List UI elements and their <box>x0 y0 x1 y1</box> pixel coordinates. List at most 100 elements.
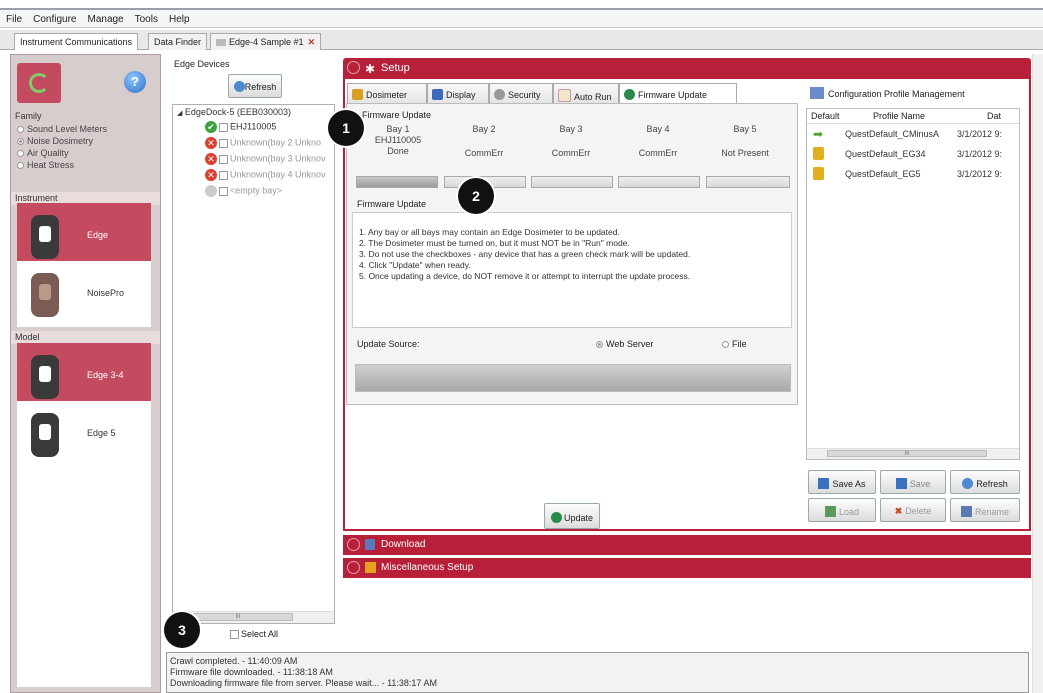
tab-label: Security <box>508 90 541 100</box>
instrument-card-edge[interactable]: Edge <box>17 203 151 269</box>
setup-header[interactable]: ✱ Setup <box>343 58 1031 79</box>
instruction-line: 1. Any bay or all bays may contain an Ed… <box>359 227 620 237</box>
option-label: Sound Level Meters <box>27 124 108 134</box>
bay-status: CommErr <box>464 148 504 158</box>
bay-checkbox[interactable] <box>219 138 228 148</box>
scroll-thumb[interactable]: III <box>827 450 987 457</box>
log-line: Downloading firmware file from server. P… <box>170 678 437 688</box>
close-icon[interactable]: ✕ <box>308 37 316 47</box>
tab-instrument-communications[interactable]: Instrument Communications <box>14 33 139 50</box>
empty-bay-icon <box>205 185 217 197</box>
section-title: Miscellaneous Setup <box>381 562 474 573</box>
setup-title: Setup <box>381 62 410 74</box>
bay-node[interactable]: ✕ Unknown(bay 2 Unkno <box>205 137 321 150</box>
column-date[interactable]: Dat <box>987 111 1001 121</box>
card-label: Edge 3-4 <box>87 370 124 380</box>
scroll-thumb[interactable]: III <box>183 613 293 621</box>
bay-checkbox[interactable] <box>219 186 228 196</box>
tab-label: Edge-4 Sample #1 <box>229 37 304 47</box>
radio-icon <box>722 341 729 348</box>
vertical-scrollbar[interactable] <box>1032 54 1043 693</box>
bay-label: Unknown(bay 4 Unknov <box>230 169 326 180</box>
load-button[interactable]: Load <box>808 498 876 522</box>
edge-device-icon <box>31 215 59 259</box>
tab-display[interactable]: Display <box>427 83 489 104</box>
family-option-heat-stress[interactable]: Heat Stress <box>17 160 74 170</box>
family-option-sound-level-meters[interactable]: Sound Level Meters <box>17 124 107 134</box>
tab-edge-4-sample[interactable]: Edge-4 Sample #1 ✕ <box>210 33 322 50</box>
tab-label: Display <box>446 90 476 100</box>
source-web-server[interactable]: Web Server <box>596 339 653 349</box>
devices-refresh-button[interactable]: Refresh <box>228 74 282 98</box>
family-option-noise-dosimetry[interactable]: Noise Dosimetry <box>17 136 93 146</box>
card-label: Edge <box>87 230 109 240</box>
bay-label: Unknown(bay 3 Unknov <box>230 153 326 164</box>
collapse-icon[interactable] <box>347 61 360 74</box>
globe-icon <box>624 89 635 100</box>
gear-icon: ✱ <box>365 62 376 76</box>
help-icon[interactable]: ? <box>124 71 146 93</box>
expand-icon[interactable] <box>347 538 360 551</box>
tab-label: Data Finder <box>154 37 202 47</box>
expand-icon[interactable] <box>347 561 360 574</box>
save-as-icon <box>818 478 830 489</box>
bay-2-column: Bay 2 CommErr <box>444 124 524 158</box>
edge-devices-title: Edge Devices <box>174 59 230 69</box>
bay-1-progress-bar <box>356 176 438 188</box>
bay-node[interactable]: <empty bay> <box>205 185 282 198</box>
bay-checkbox[interactable] <box>219 170 228 180</box>
tab-firmware-update[interactable]: Firmware Update <box>619 83 737 105</box>
card-label: Edge 5 <box>87 428 116 438</box>
bay-node[interactable]: ✔ EHJ110005 <box>205 121 276 134</box>
delete-button[interactable]: ✖ Delete <box>880 498 946 522</box>
refresh-icon <box>962 478 974 489</box>
app-logo-icon <box>17 63 61 103</box>
instruction-line: 4. Click "Update" when ready. <box>359 260 471 270</box>
save-as-button[interactable]: Save As <box>808 470 876 494</box>
bay-5-progress-bar <box>706 176 790 188</box>
refresh-icon <box>233 81 245 92</box>
tab-auto-run[interactable]: Auto Run <box>553 83 619 104</box>
save-button[interactable]: Save <box>880 470 946 494</box>
menu-configure[interactable]: Configure <box>27 10 81 25</box>
menu-manage[interactable]: Manage <box>81 10 128 25</box>
menu-help[interactable]: Help <box>163 10 195 25</box>
bay-node[interactable]: ✕ Unknown(bay 4 Unknov <box>205 169 326 182</box>
misc-setup-section-header[interactable]: Miscellaneous Setup <box>343 558 1031 578</box>
device-tree: ◢ EdgeDock-5 (EEB030003) ✔ EHJ110005 ✕ Unk… <box>172 104 335 624</box>
tab-data-finder[interactable]: Data Finder <box>148 33 208 50</box>
bay-checkbox[interactable] <box>219 122 228 132</box>
bay-checkbox[interactable] <box>219 154 228 164</box>
button-label: Save <box>909 479 931 489</box>
menu-tools[interactable]: Tools <box>129 10 163 25</box>
profiles-refresh-button[interactable]: Refresh <box>950 470 1020 494</box>
noisepro-device-icon <box>31 273 59 317</box>
bay-name: Bay 1 <box>386 124 410 134</box>
instrument-card-noisepro[interactable]: NoisePro <box>17 261 151 327</box>
menu-file[interactable]: File <box>0 10 27 25</box>
tab-security[interactable]: Security <box>489 83 553 104</box>
select-all-checkbox[interactable]: Select All <box>228 629 278 640</box>
tab-dosimeter[interactable]: Dosimeter <box>347 83 427 104</box>
column-profile-name[interactable]: Profile Name <box>873 111 925 121</box>
bay-node[interactable]: ✕ Unknown(bay 3 Unknov <box>205 153 326 166</box>
instruction-line: 5. Once updating a device, do NOT remove… <box>359 271 691 281</box>
source-file[interactable]: File <box>722 339 747 349</box>
update-button[interactable]: Update <box>544 503 600 529</box>
column-default[interactable]: Default <box>811 111 840 121</box>
tab-label: Firmware Update <box>638 90 708 100</box>
rename-button[interactable]: Rename <box>950 498 1020 522</box>
horizontal-scrollbar[interactable]: III <box>807 448 1019 459</box>
tab-label: Instrument Communications <box>20 37 133 47</box>
expand-icon[interactable]: ◢ <box>177 110 182 117</box>
profile-name: QuestDefault_EG34 <box>845 149 926 159</box>
bay-status: CommErr <box>551 148 591 158</box>
dock-node[interactable]: ◢ EdgeDock-5 (EEB030003) <box>177 107 291 120</box>
model-card-edge-5[interactable]: Edge 5 <box>17 401 151 467</box>
family-option-air-quality[interactable]: Air Quality <box>17 148 69 158</box>
globe-icon <box>550 512 562 523</box>
section-title: Download <box>381 539 426 550</box>
model-card-edge-3-4[interactable]: Edge 3-4 <box>17 343 151 409</box>
monitor-icon <box>432 89 443 100</box>
download-section-header[interactable]: Download <box>343 535 1031 555</box>
